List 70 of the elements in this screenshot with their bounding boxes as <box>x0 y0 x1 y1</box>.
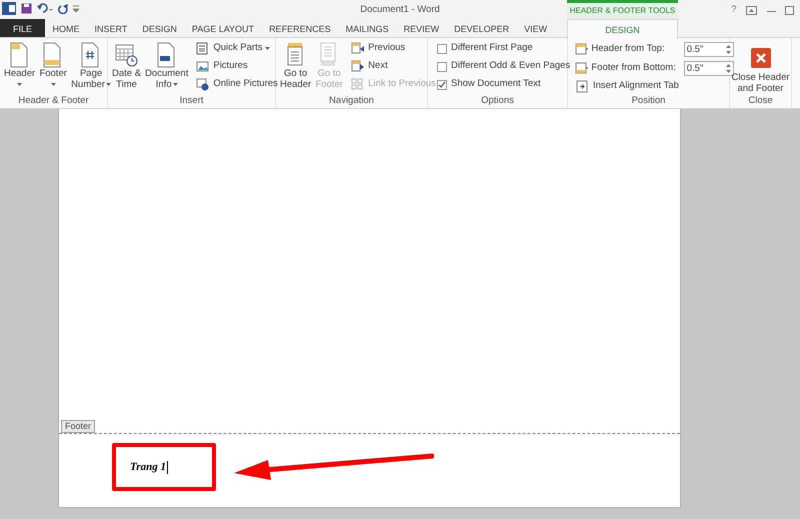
ribbon-tab[interactable]: MAILINGS <box>338 19 396 37</box>
text-cursor <box>166 460 168 474</box>
caret-icon <box>50 83 56 86</box>
caret-icon <box>17 83 22 86</box>
previous-icon <box>351 42 366 55</box>
ribbon-button[interactable]: Quick Parts <box>195 40 279 57</box>
alignment-tab-icon <box>576 80 590 93</box>
ribbon-tab[interactable]: DEVELOPER <box>446 19 517 37</box>
online-pictures-icon <box>196 78 210 91</box>
checkbox-label: Different Odd & Even Pages <box>451 59 570 74</box>
ribbon-button[interactable]: Date & Time <box>111 40 142 95</box>
ribbon-button[interactable]: Previous <box>350 40 437 57</box>
group-label: Navigation <box>328 95 375 108</box>
group-label: Insert <box>178 95 204 108</box>
customize-icon[interactable] <box>73 4 80 14</box>
context-tab-group: HEADER & FOOTER TOOLS <box>567 0 678 19</box>
checkbox-label: Show Document Text <box>451 77 541 92</box>
ribbon-tab[interactable]: HOME <box>45 19 88 37</box>
calendar-clock-icon <box>114 42 139 68</box>
group-label: Header & Footer <box>17 95 90 108</box>
ribbon-button[interactable]: Header <box>3 40 36 95</box>
ribbon-button[interactable]: Online Pictures <box>195 76 279 93</box>
group-label: Position <box>630 95 666 108</box>
field-label: Header from Top: <box>591 42 666 56</box>
ribbon-display-icon[interactable] <box>746 6 757 15</box>
checkbox-label: Different First Page <box>451 41 533 56</box>
ribbon-button[interactable]: Footer <box>38 40 68 95</box>
quick-parts-icon <box>196 42 210 55</box>
ribbon-tab[interactable]: FILE <box>0 19 46 37</box>
word-icon[interactable] <box>2 2 16 16</box>
group-label: Close <box>747 95 774 108</box>
ribbon-tab[interactable]: VIEW <box>516 19 555 37</box>
ribbon-button[interactable]: Next <box>350 58 437 75</box>
footer-position-icon <box>575 62 589 74</box>
ribbon-tab[interactable]: REFERENCES <box>262 19 338 37</box>
spin-field[interactable]: 0.5" <box>684 60 734 76</box>
caret-icon <box>265 47 270 50</box>
close-header-footer-button[interactable]: Close Header and Footer <box>733 40 788 95</box>
window-title: Document1 - Word <box>360 3 440 17</box>
caret-icon <box>106 82 111 86</box>
ribbon-tab[interactable]: DESIGN <box>567 19 678 39</box>
undo-icon[interactable] <box>36 3 53 14</box>
ribbon-button[interactable]: Document Info <box>144 40 190 95</box>
help-button[interactable]: ? <box>731 3 736 18</box>
redo-icon[interactable] <box>58 3 69 14</box>
ribbon-tab[interactable]: DESIGN <box>134 19 184 37</box>
spin-arrows-icon[interactable] <box>726 62 731 74</box>
group-label: Options <box>480 95 515 108</box>
spin-arrows-icon[interactable] <box>726 44 731 54</box>
ribbon-button[interactable]: Page Number <box>70 40 112 95</box>
checkbox[interactable] <box>437 80 447 90</box>
caret-icon <box>172 82 178 86</box>
ribbon-tab[interactable]: INSERT <box>87 19 135 37</box>
link-to-previous-icon <box>351 78 366 91</box>
ribbon-button[interactable]: Go to Header <box>279 40 312 95</box>
ribbon-button[interactable]: Pictures <box>195 58 279 75</box>
spin-field[interactable]: 0.5" <box>684 42 734 56</box>
field-label: Footer from Bottom: <box>591 60 677 75</box>
ribbon-tab[interactable]: REVIEW <box>396 19 447 37</box>
ribbon-button[interactable]: Insert Alignment Tab <box>575 78 734 95</box>
ribbon-tab[interactable]: PAGE LAYOUT <box>184 19 262 37</box>
save-icon[interactable] <box>21 3 32 14</box>
header-position-icon <box>575 42 589 56</box>
checkbox[interactable] <box>437 44 447 54</box>
footer-text: Trang 1 <box>130 460 166 475</box>
pictures-icon <box>196 60 210 73</box>
maximize-icon[interactable] <box>785 6 794 15</box>
next-icon <box>351 60 366 73</box>
footer-tag: Footer <box>61 420 96 433</box>
checkbox[interactable] <box>437 62 447 72</box>
